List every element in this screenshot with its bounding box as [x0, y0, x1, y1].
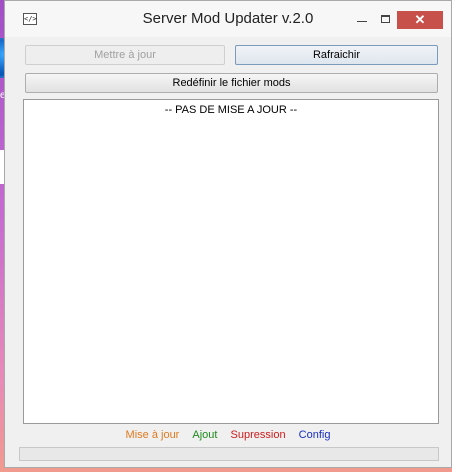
refresh-button[interactable]: Rafraichir	[235, 45, 438, 65]
log-message: -- PAS DE MISE A JOUR --	[164, 104, 298, 116]
link-config[interactable]: Config	[299, 429, 331, 441]
footer-links: Mise à jour Ajout Supression Config	[5, 429, 451, 441]
minimize-button[interactable]	[349, 10, 375, 30]
app-window: </> Server Mod Updater v.2.0 ✕ Mettre à …	[4, 0, 452, 468]
title-bar[interactable]: </> Server Mod Updater v.2.0 ✕	[5, 1, 451, 37]
close-button[interactable]: ✕	[397, 11, 443, 29]
progress-bar	[19, 447, 439, 461]
update-button[interactable]: Mettre à jour	[25, 45, 225, 65]
update-log-area[interactable]: -- PAS DE MISE A JOUR --	[23, 99, 439, 424]
maximize-button[interactable]	[375, 10, 397, 30]
link-ajout[interactable]: Ajout	[192, 429, 217, 441]
link-mise-a-jour[interactable]: Mise à jour	[126, 429, 180, 441]
link-supression[interactable]: Supression	[231, 429, 286, 441]
redefine-mods-file-button[interactable]: Redéfinir le fichier mods	[25, 73, 438, 93]
